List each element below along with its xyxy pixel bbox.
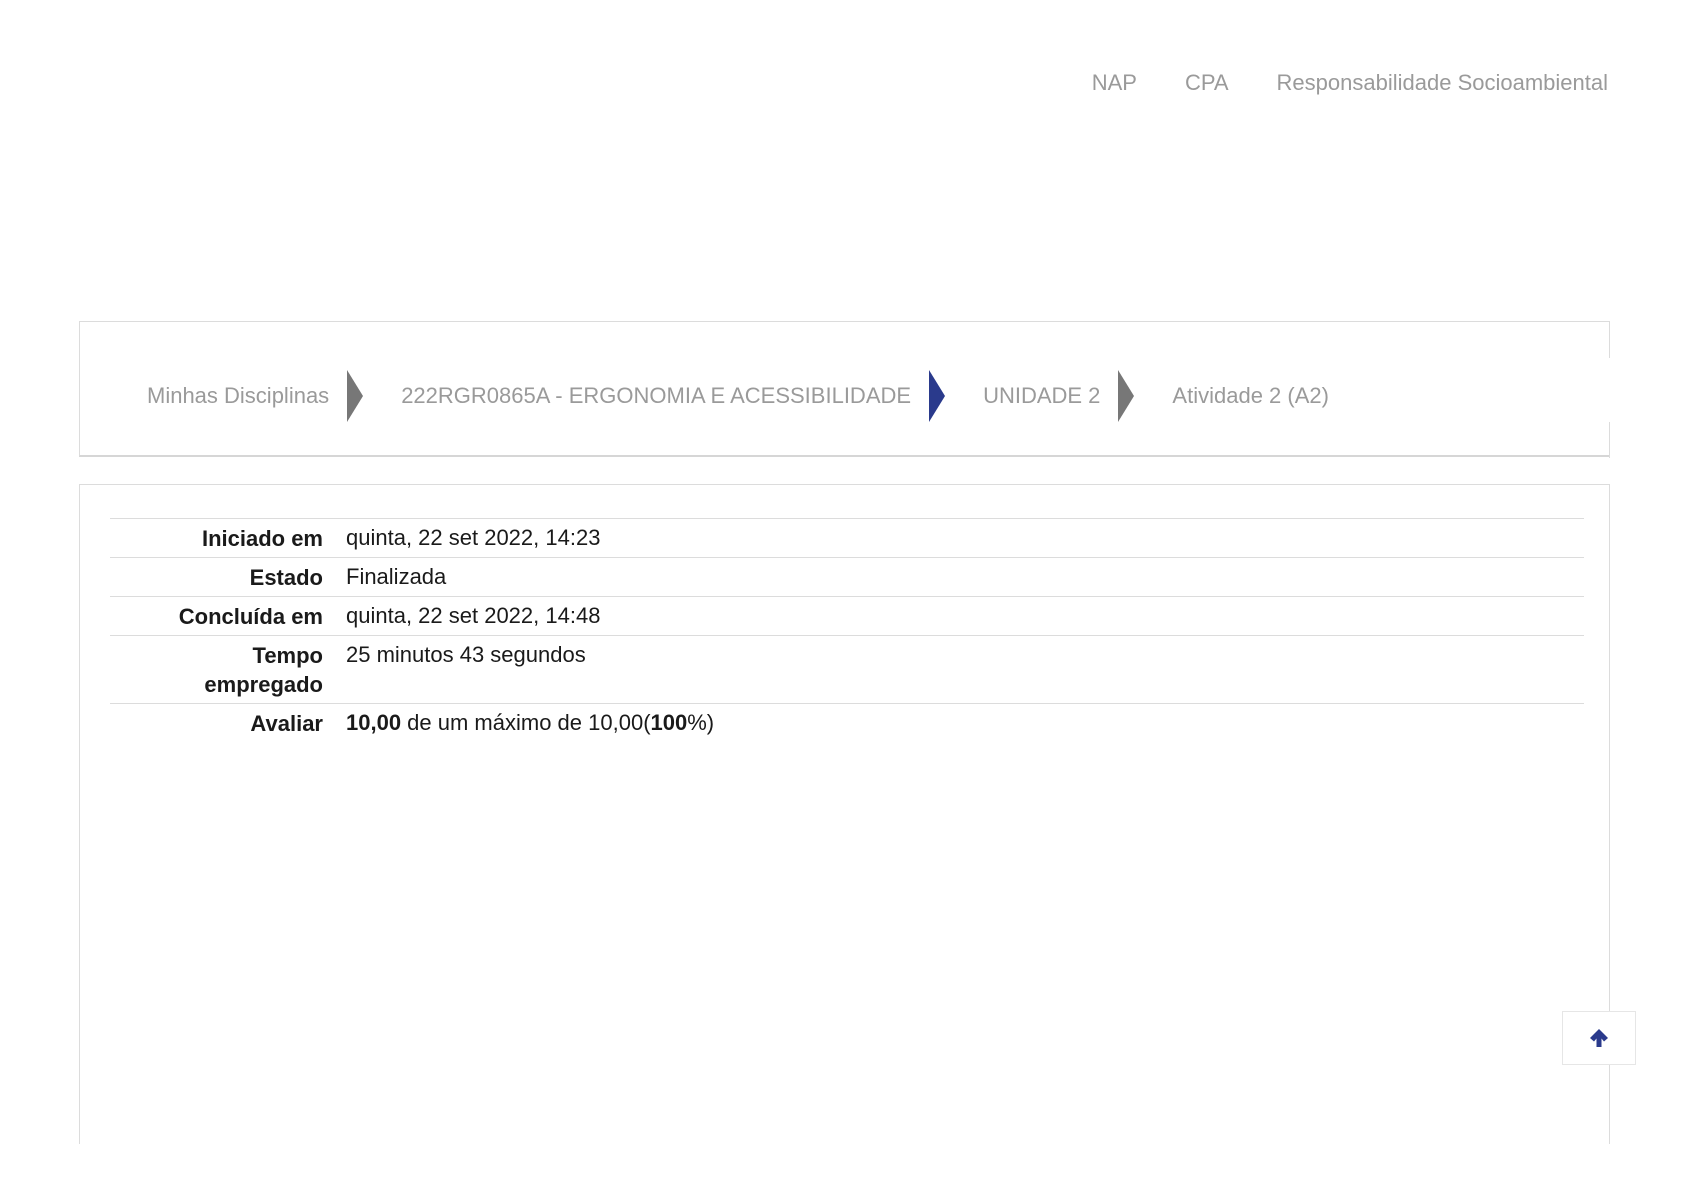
nav-link-cpa[interactable]: CPA (1185, 70, 1229, 96)
breadcrumb-item-course[interactable]: 222RGR0865A - ERGONOMIA E ACESSIBILIDADE (401, 383, 911, 409)
table-row: Iniciado em quinta, 22 set 2022, 14:23 (110, 518, 1584, 558)
breadcrumb: Minhas Disciplinas 222RGR0865A - ERGONOM… (147, 370, 1329, 422)
started-value: quinta, 22 set 2022, 14:23 (346, 525, 601, 550)
grade-label: Avaliar (250, 711, 323, 736)
nav-link-nap[interactable]: NAP (1092, 70, 1137, 96)
grade-score: 10,00 (346, 710, 402, 735)
started-label: Iniciado em (201, 526, 323, 551)
state-value: Finalizada (346, 564, 447, 589)
nav-link-responsabilidade-socioambiental[interactable]: Responsabilidade Socioambiental (1277, 70, 1608, 96)
panel-edge (1609, 322, 1610, 358)
state-label: Estado (249, 565, 323, 590)
breadcrumb-item-unidade[interactable]: UNIDADE 2 (983, 383, 1100, 409)
breadcrumb-panel: Minhas Disciplinas 222RGR0865A - ERGONOM… (79, 321, 1610, 458)
time-label: Tempo empregado (204, 643, 323, 697)
breadcrumb-separator-icon (1118, 370, 1135, 422)
time-value: 25 minutos 43 segundos (346, 642, 586, 667)
table-row: Avaliar 10,00 de um máximo de 10,00(100%… (110, 703, 1584, 743)
attempt-summary-table: Iniciado em quinta, 22 set 2022, 14:23 E… (110, 518, 1584, 742)
panel-edge (1609, 422, 1610, 458)
page: NAP CPA Responsabilidade Socioambiental … (0, 0, 1682, 1190)
attempt-summary-panel: Iniciado em quinta, 22 set 2022, 14:23 E… (79, 484, 1610, 1144)
table-row: Tempo empregado 25 minutos 43 segundos (110, 635, 1584, 704)
grade-value: 10,00 de um máximo de 10,00(100%) (323, 704, 1584, 743)
breadcrumb-item-atividade[interactable]: Atividade 2 (A2) (1172, 383, 1329, 409)
top-nav: NAP CPA Responsabilidade Socioambiental (1092, 70, 1608, 96)
grade-suffix: %) (687, 710, 715, 735)
time-label-cell: Tempo empregado (110, 636, 323, 704)
arrow-up-icon (1590, 1029, 1608, 1047)
table-row: Concluída em quinta, 22 set 2022, 14:48 (110, 596, 1584, 636)
table-row: Estado Finalizada (110, 557, 1584, 597)
breadcrumb-separator-icon (347, 370, 364, 422)
completed-label: Concluída em (178, 604, 323, 629)
breadcrumb-separator-icon (929, 370, 946, 422)
completed-value: quinta, 22 set 2022, 14:48 (346, 603, 601, 628)
grade-percent: 100 (650, 710, 688, 735)
grade-text: de um máximo de 10,00( (401, 710, 651, 735)
back-to-top-button[interactable] (1562, 1011, 1636, 1065)
breadcrumb-item-minhas-disciplinas[interactable]: Minhas Disciplinas (147, 383, 329, 409)
